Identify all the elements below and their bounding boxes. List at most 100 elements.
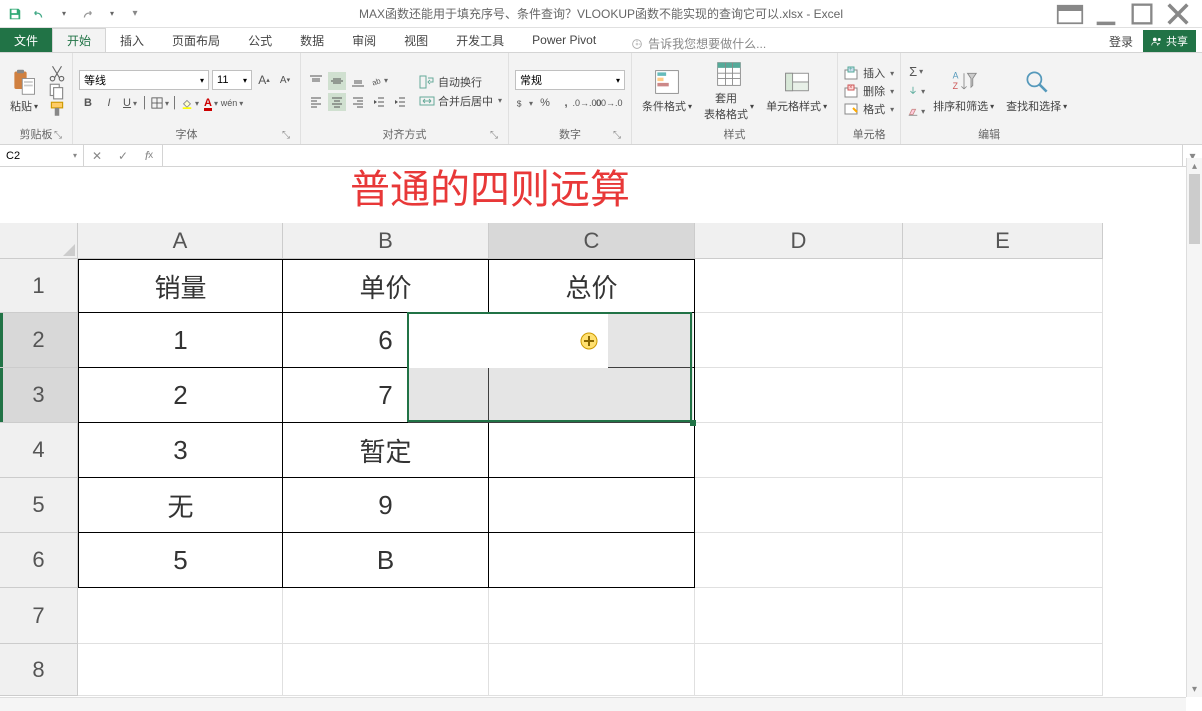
- font-size-combo[interactable]: 11▾: [212, 70, 252, 90]
- column-header[interactable]: C: [489, 223, 695, 259]
- name-box[interactable]: C2▾: [0, 145, 84, 166]
- grid-cell[interactable]: 2: [78, 368, 283, 423]
- find-select-button[interactable]: 查找和选择▾: [1002, 66, 1071, 116]
- grid-cell[interactable]: [695, 259, 903, 313]
- align-middle-icon[interactable]: [328, 72, 346, 90]
- conditional-format-button[interactable]: 条件格式▾: [638, 66, 696, 116]
- undo-dropdown-icon[interactable]: [54, 5, 72, 23]
- font-launcher-icon[interactable]: ⤡: [280, 130, 292, 142]
- grid-cell[interactable]: [903, 259, 1103, 313]
- save-icon[interactable]: [6, 5, 24, 23]
- tab-insert[interactable]: 插入: [106, 28, 158, 52]
- enter-formula-icon[interactable]: ✓: [110, 149, 136, 163]
- grid-cell[interactable]: [903, 478, 1103, 533]
- tab-powerpivot[interactable]: Power Pivot: [518, 28, 610, 52]
- clipboard-launcher-icon[interactable]: ⤡: [52, 130, 64, 142]
- row-header[interactable]: 3: [0, 368, 78, 423]
- cell-styles-button[interactable]: 单元格样式▾: [762, 66, 831, 116]
- select-all-corner[interactable]: [0, 223, 78, 259]
- redo-icon[interactable]: [78, 5, 96, 23]
- grid-cell[interactable]: [489, 478, 695, 533]
- grid-cell[interactable]: [695, 423, 903, 478]
- ribbon-options-icon[interactable]: [1056, 4, 1084, 24]
- grid-cell[interactable]: [903, 368, 1103, 423]
- horizontal-scrollbar[interactable]: [0, 697, 1186, 711]
- delete-cells-button[interactable]: ×删除: [844, 83, 894, 99]
- grid-cell[interactable]: 销量: [78, 259, 283, 313]
- grid-cell[interactable]: 无: [78, 478, 283, 533]
- tab-view[interactable]: 视图: [390, 28, 442, 52]
- align-center-icon[interactable]: [328, 93, 346, 111]
- scroll-up-icon[interactable]: ▴: [1187, 158, 1202, 174]
- align-right-icon[interactable]: [349, 93, 367, 111]
- formula-input[interactable]: [163, 145, 1182, 166]
- column-header[interactable]: D: [695, 223, 903, 259]
- grid-cell[interactable]: 9: [283, 478, 489, 533]
- cut-icon[interactable]: [48, 65, 66, 81]
- grid-cell[interactable]: [489, 533, 695, 588]
- close-icon[interactable]: [1164, 4, 1192, 24]
- tab-review[interactable]: 审阅: [338, 28, 390, 52]
- grid-cell[interactable]: 暂定: [283, 423, 489, 478]
- borders-icon[interactable]: [151, 94, 169, 112]
- align-bottom-icon[interactable]: [349, 72, 367, 90]
- cancel-formula-icon[interactable]: ✕: [84, 149, 110, 163]
- decrease-indent-icon[interactable]: [370, 93, 388, 111]
- row-header[interactable]: 2: [0, 313, 78, 368]
- accounting-format-icon[interactable]: $: [515, 94, 533, 112]
- share-button[interactable]: 共享: [1143, 30, 1196, 52]
- grid-cell[interactable]: [903, 533, 1103, 588]
- grid-cell[interactable]: [283, 644, 489, 696]
- column-header[interactable]: A: [78, 223, 283, 259]
- fill-icon[interactable]: [907, 82, 925, 100]
- format-as-table-button[interactable]: 套用 表格格式▾: [700, 58, 758, 124]
- minimize-icon[interactable]: [1092, 4, 1120, 24]
- grid-cell[interactable]: [78, 644, 283, 696]
- autosum-icon[interactable]: Σ: [907, 62, 925, 80]
- grid-cell[interactable]: 3: [78, 423, 283, 478]
- grid-cell[interactable]: 单价: [283, 259, 489, 313]
- column-header[interactable]: B: [283, 223, 489, 259]
- grid-cell[interactable]: [78, 588, 283, 644]
- grid-cell[interactable]: [903, 313, 1103, 368]
- grid-cell[interactable]: [283, 588, 489, 644]
- grid-cell[interactable]: [695, 478, 903, 533]
- tab-developer[interactable]: 开发工具: [442, 28, 518, 52]
- grid-cell[interactable]: 1: [78, 313, 283, 368]
- grid-cell[interactable]: [489, 644, 695, 696]
- grid-cell[interactable]: [695, 313, 903, 368]
- format-painter-icon[interactable]: [48, 101, 66, 117]
- grid-cell[interactable]: [903, 644, 1103, 696]
- column-headers[interactable]: ABCDE: [78, 223, 1186, 259]
- tab-data[interactable]: 数据: [286, 28, 338, 52]
- spreadsheet-grid[interactable]: ABCDE 12345678 销量单价总价16273暂定无95B: [0, 223, 1186, 697]
- copy-icon[interactable]: [48, 83, 66, 99]
- scroll-down-icon[interactable]: ▾: [1187, 681, 1202, 697]
- align-top-icon[interactable]: [307, 72, 325, 90]
- increase-indent-icon[interactable]: [391, 93, 409, 111]
- fx-icon[interactable]: fx: [136, 149, 162, 163]
- grid-cell[interactable]: 总价: [489, 259, 695, 313]
- undo-icon[interactable]: [30, 5, 48, 23]
- increase-font-icon[interactable]: A▴: [255, 71, 273, 89]
- row-header[interactable]: 7: [0, 588, 78, 644]
- clear-icon[interactable]: [907, 102, 925, 120]
- row-header[interactable]: 5: [0, 478, 78, 533]
- login-link[interactable]: 登录: [1109, 33, 1133, 50]
- row-header[interactable]: 6: [0, 533, 78, 588]
- insert-cells-button[interactable]: +插入: [844, 65, 894, 81]
- sort-filter-button[interactable]: AZ 排序和筛选▾: [929, 66, 998, 116]
- number-format-combo[interactable]: 常规▾: [515, 70, 625, 90]
- grid-cell[interactable]: [695, 533, 903, 588]
- tab-page-layout[interactable]: 页面布局: [158, 28, 234, 52]
- scroll-thumb[interactable]: [1189, 174, 1200, 244]
- grid-cell[interactable]: [903, 423, 1103, 478]
- wrap-text-button[interactable]: 自动换行: [419, 74, 502, 90]
- phonetic-icon[interactable]: wén: [223, 94, 241, 112]
- merge-center-button[interactable]: 合并后居中: [419, 93, 502, 109]
- grid-cell[interactable]: 5: [78, 533, 283, 588]
- column-header[interactable]: E: [903, 223, 1103, 259]
- decrease-decimal-icon[interactable]: .00→.0: [599, 94, 617, 112]
- grid-cell[interactable]: [489, 588, 695, 644]
- orientation-icon[interactable]: ab: [370, 72, 388, 90]
